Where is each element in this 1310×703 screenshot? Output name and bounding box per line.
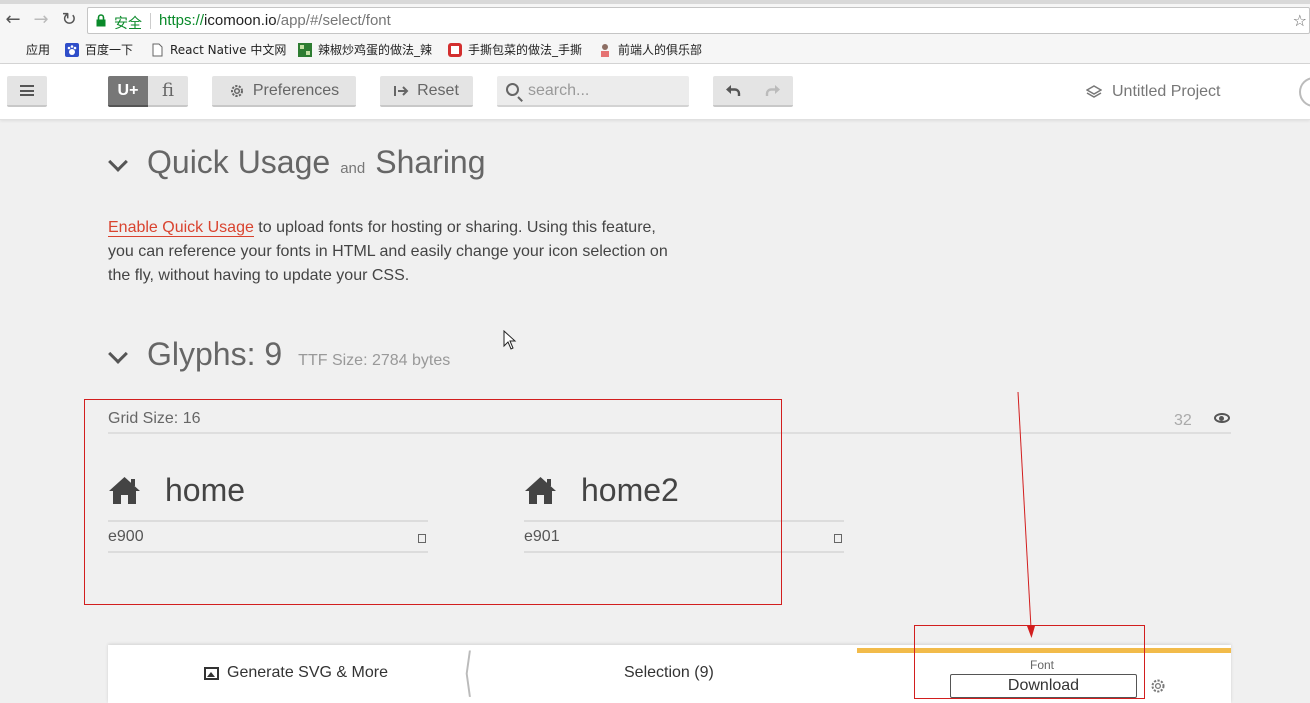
project-selector[interactable]: Untitled Project: [1086, 83, 1221, 101]
left-bracket-icon: ⟨: [463, 643, 473, 703]
omnibox-separator: [150, 13, 151, 29]
forward-arrow-icon[interactable]: →: [31, 10, 51, 30]
bookmark-star-icon[interactable]: ☆: [1293, 11, 1307, 30]
annotation-box-glyphs: [84, 399, 782, 605]
annotation-arrow-icon: [1017, 391, 1035, 638]
redo-button[interactable]: [753, 76, 793, 107]
redo-icon: [765, 85, 780, 96]
bookmark-label: 手撕包菜的做法_手撕: [468, 43, 583, 57]
search-input[interactable]: [528, 80, 678, 102]
undo-button[interactable]: [713, 76, 753, 107]
bookmark-apps[interactable]: 应用: [6, 41, 50, 58]
bookmark-label: 百度一下: [85, 43, 134, 57]
generate-svg-button[interactable]: Generate SVG & More: [204, 664, 388, 682]
chevron-down-icon[interactable]: [108, 152, 128, 172]
tab-strip-edge: [0, 0, 1310, 4]
generate-svg-label: Generate SVG & More: [227, 664, 388, 681]
ligature-toggle-button[interactable]: fi: [148, 76, 188, 107]
bookmark-baidu[interactable]: 百度一下: [65, 41, 133, 58]
bookmark-recipe-1[interactable]: 辣椒炒鸡蛋的做法_辣: [298, 41, 432, 58]
reset-label: Reset: [417, 81, 459, 99]
reload-icon[interactable]: ↻: [59, 10, 79, 30]
project-name: Untitled Project: [1112, 83, 1221, 100]
baidu-paw-icon: [65, 42, 79, 57]
url-path: /app/#/select/font: [276, 12, 391, 29]
bookmark-frontend-club[interactable]: 前端人的俱乐部: [598, 41, 702, 58]
apps-grid-icon: [6, 43, 20, 57]
preferences-label: Preferences: [252, 81, 340, 99]
image-icon: [204, 666, 219, 680]
bookmarks-bar: 应用 百度一下 React Native 中文网 辣椒炒鸡蛋的做法_辣 手撕包菜…: [0, 38, 1310, 62]
address-bar[interactable]: 安全 https://icomoon.io/app/#/select/font …: [87, 7, 1310, 34]
url-scheme: https://: [159, 12, 205, 29]
back-arrow-icon[interactable]: ←: [3, 10, 23, 30]
url-text[interactable]: https://icomoon.io/app/#/select/font: [159, 12, 391, 29]
search-icon: [506, 83, 519, 96]
lock-icon: [96, 14, 106, 27]
person-icon: [601, 43, 609, 57]
gear-icon: [230, 84, 243, 97]
secure-label: 安全: [114, 15, 142, 31]
glyphs-header[interactable]: Glyphs: 9 TTF Size: 2784 bytes: [108, 336, 450, 373]
reset-button[interactable]: Reset: [380, 76, 473, 107]
ttf-size: TTF Size: 2784 bytes: [298, 352, 451, 369]
recipe-site-icon: [298, 42, 312, 57]
url-host: icomoon.io: [204, 12, 277, 29]
quick-usage-description: Enable Quick Usage to upload fonts for h…: [108, 216, 678, 288]
quick-usage-title: Quick Usage: [147, 144, 331, 180]
eye-icon[interactable]: [1214, 413, 1230, 423]
hamburger-icon: [20, 85, 34, 96]
reset-icon: [394, 85, 409, 96]
mouse-cursor-icon: [503, 330, 517, 350]
browser-chrome: ← → ↻ 安全 https://icomoon.io/app/#/select…: [0, 0, 1310, 64]
enable-quick-usage-link[interactable]: Enable Quick Usage: [108, 219, 254, 237]
bookmark-label: 应用: [26, 43, 51, 57]
page-icon: [152, 43, 163, 56]
quick-usage-title-and: and: [340, 160, 366, 177]
bookmark-label: React Native 中文网: [170, 43, 287, 57]
search-box[interactable]: [497, 76, 689, 107]
bookmark-recipe-2[interactable]: 手撕包菜的做法_手撕: [448, 41, 582, 58]
help-icon[interactable]: [1299, 77, 1310, 107]
main-menu-button[interactable]: [7, 76, 47, 107]
layers-icon: [1086, 85, 1102, 98]
unicode-toggle-button[interactable]: U+: [108, 76, 148, 107]
gear-icon[interactable]: [1150, 678, 1166, 694]
undo-icon: [726, 85, 741, 96]
grid-number[interactable]: 32: [1174, 412, 1192, 430]
app-toolbar: U+ fi Preferences Reset Untitled Project: [0, 64, 1310, 120]
sharing-title: Sharing: [375, 144, 486, 180]
bookmark-react-native[interactable]: React Native 中文网: [150, 41, 286, 58]
preferences-button[interactable]: Preferences: [212, 76, 356, 107]
bookmark-label: 前端人的俱乐部: [618, 43, 703, 57]
copy-icon[interactable]: [834, 534, 842, 543]
chevron-down-icon[interactable]: [108, 344, 128, 364]
bookmark-label: 辣椒炒鸡蛋的做法_辣: [318, 43, 433, 57]
glyphs-title: Glyphs: 9: [147, 336, 283, 372]
selection-tab[interactable]: Selection (9): [624, 664, 714, 682]
recipe-site-icon-red: [448, 42, 462, 57]
quick-usage-header[interactable]: Quick Usage and Sharing: [108, 144, 486, 181]
